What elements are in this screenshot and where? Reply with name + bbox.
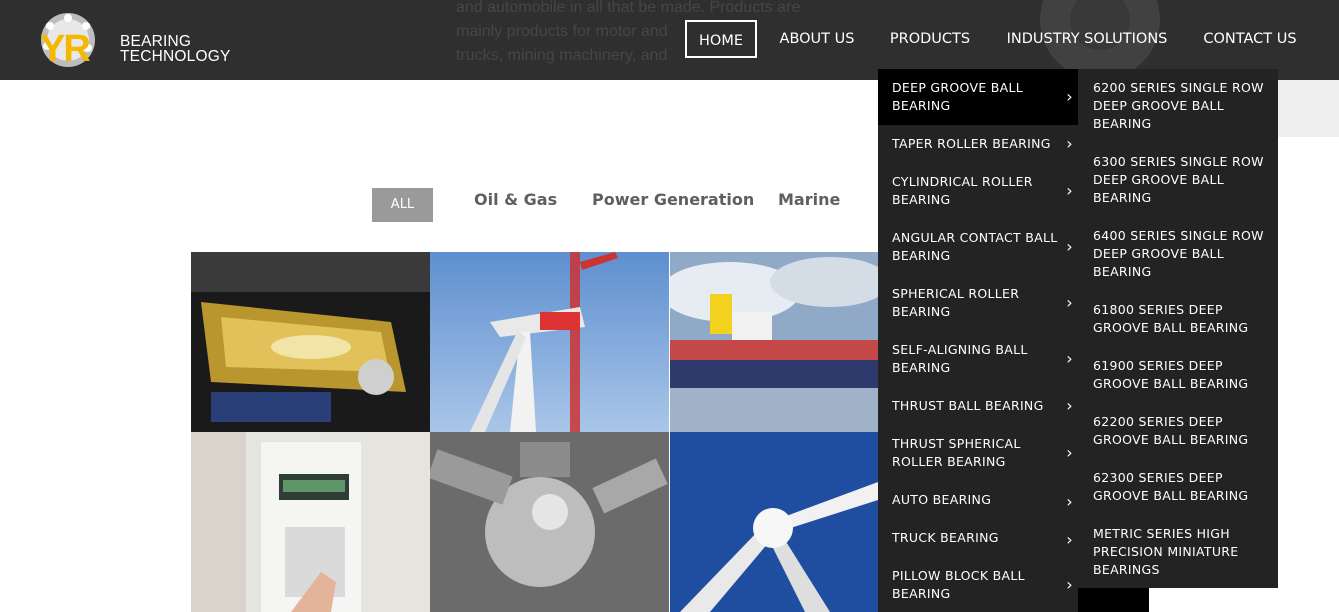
menu-item-label: SPHERICAL ROLLER BEARING: [892, 286, 1020, 319]
filter-marine[interactable]: Marine: [778, 188, 840, 222]
menu-item-label: TRUCK BEARING: [892, 530, 999, 545]
chevron-right-icon: ›: [1066, 492, 1073, 511]
menu-item-truck-bearing[interactable]: TRUCK BEARING ›: [878, 519, 1078, 557]
logo-wordmark: BEARING TECHNOLOGY: [120, 33, 231, 65]
nav-products[interactable]: PRODUCTS: [884, 20, 976, 58]
chevron-right-icon: ›: [1066, 530, 1073, 549]
site-logo[interactable]: YR BEARING TECHNOLOGY: [38, 12, 238, 72]
filter-all[interactable]: ALL: [372, 188, 433, 222]
gallery-tile-vacuum[interactable]: [430, 432, 669, 612]
menu-item-thrust-ball-bearing[interactable]: THRUST BALL BEARING ›: [878, 387, 1078, 425]
chevron-right-icon: ›: [1066, 575, 1073, 594]
chevron-right-icon: ›: [1066, 87, 1073, 106]
menu-item-deep-groove-ball-bearing[interactable]: DEEP GROOVE BALL BEARING ›: [878, 69, 1078, 125]
gallery-tile-wind-crane[interactable]: [430, 252, 669, 432]
menu-item-taper-roller-bearing[interactable]: TAPER ROLLER BEARING ›: [878, 125, 1078, 163]
submenu-item-62200-series[interactable]: 62200 SERIES DEEP GROOVE BALL BEARING: [1093, 413, 1273, 449]
wind-turbine-hub-image: [670, 432, 878, 612]
gallery-tile-ship[interactable]: [670, 252, 878, 432]
menu-item-label: DEEP GROOVE BALL BEARING: [892, 80, 1024, 113]
menu-item-label: ANGULAR CONTACT BALL BEARING: [892, 230, 1058, 263]
menu-item-spherical-roller-bearing[interactable]: SPHERICAL ROLLER BEARING ›: [878, 275, 1078, 331]
menu-shadow-strip: [1078, 588, 1149, 612]
filter-power-generation[interactable]: Power Generation: [592, 188, 754, 222]
filter-oil-gas[interactable]: Oil & Gas: [474, 188, 557, 222]
submenu-item-6200-series[interactable]: 6200 SERIES SINGLE ROW DEEP GROOVE BALL …: [1093, 79, 1273, 133]
products-dropdown: DEEP GROOVE BALL BEARING › TAPER ROLLER …: [878, 69, 1078, 612]
menu-item-label: AUTO BEARING: [892, 492, 992, 507]
side-panel: [1278, 80, 1339, 137]
chevron-right-icon: ›: [1066, 443, 1073, 462]
submenu-item-61900-series[interactable]: 61900 SERIES DEEP GROOVE BALL BEARING: [1093, 357, 1273, 393]
engine-image: [191, 252, 430, 432]
gallery-tile-engine[interactable]: [191, 252, 430, 432]
nav-about-us[interactable]: ABOUT US: [772, 20, 862, 58]
vacuum-chamber-image: [430, 432, 669, 612]
nav-contact-us[interactable]: CONTACT US: [1196, 20, 1304, 58]
submenu-item-6300-series[interactable]: 6300 SERIES SINGLE ROW DEEP GROOVE BALL …: [1093, 153, 1273, 207]
menu-item-label: PILLOW BLOCK BALL BEARING: [892, 568, 1025, 601]
menu-item-label: THRUST SPHERICAL ROLLER BEARING: [892, 436, 1021, 469]
submenu-item-6400-series[interactable]: 6400 SERIES SINGLE ROW DEEP GROOVE BALL …: [1093, 227, 1273, 281]
submenu-item-metric-miniature[interactable]: METRIC SERIES HIGH PRECISION MINIATURE B…: [1093, 525, 1273, 579]
submenu-item-62300-series[interactable]: 62300 SERIES DEEP GROOVE BALL BEARING: [1093, 469, 1273, 505]
wind-turbine-crane-image: [430, 252, 669, 432]
chevron-right-icon: ›: [1066, 293, 1073, 312]
lab-instrument-image: [191, 432, 430, 612]
menu-item-label: SELF-ALIGNING BALL BEARING: [892, 342, 1028, 375]
menu-item-auto-bearing[interactable]: AUTO BEARING ›: [878, 481, 1078, 519]
submenu-item-61800-series[interactable]: 61800 SERIES DEEP GROOVE BALL BEARING: [1093, 301, 1273, 337]
menu-item-label: CYLINDRICAL ROLLER BEARING: [892, 174, 1033, 207]
logo-line: BEARING: [120, 33, 192, 50]
logo-line: TECHNOLOGY: [120, 48, 231, 65]
nav-home[interactable]: HOME: [685, 20, 757, 58]
menu-item-label: THRUST BALL BEARING: [892, 398, 1044, 413]
chevron-right-icon: ›: [1066, 237, 1073, 256]
chevron-right-icon: ›: [1066, 181, 1073, 200]
chevron-right-icon: ›: [1066, 396, 1073, 415]
nav-industry-solutions[interactable]: INDUSTRY SOLUTIONS: [1000, 20, 1174, 58]
logo-initials: YR: [40, 28, 91, 70]
menu-item-pillow-block-ball-bearing[interactable]: PILLOW BLOCK BALL BEARING ›: [878, 557, 1078, 612]
chevron-right-icon: ›: [1066, 349, 1073, 368]
gallery-tile-wind-hub[interactable]: [670, 432, 878, 612]
cargo-ship-image: [670, 252, 878, 432]
gallery-tile-lab[interactable]: [191, 432, 430, 612]
header-bar: and automobile in all that be made. Prod…: [0, 0, 1339, 80]
menu-item-cylindrical-roller-bearing[interactable]: CYLINDRICAL ROLLER BEARING ›: [878, 163, 1078, 219]
bg-text-line: and automobile in all that be made. Prod…: [456, 0, 801, 16]
chevron-right-icon: ›: [1066, 134, 1073, 153]
menu-item-thrust-spherical-roller-bearing[interactable]: THRUST SPHERICAL ROLLER BEARING ›: [878, 425, 1078, 481]
menu-item-angular-contact-ball-bearing[interactable]: ANGULAR CONTACT BALL BEARING ›: [878, 219, 1078, 275]
deep-groove-submenu: 6200 SERIES SINGLE ROW DEEP GROOVE BALL …: [1078, 69, 1278, 588]
menu-item-label: TAPER ROLLER BEARING: [892, 136, 1051, 151]
menu-item-self-aligning-ball-bearing[interactable]: SELF-ALIGNING BALL BEARING ›: [878, 331, 1078, 387]
